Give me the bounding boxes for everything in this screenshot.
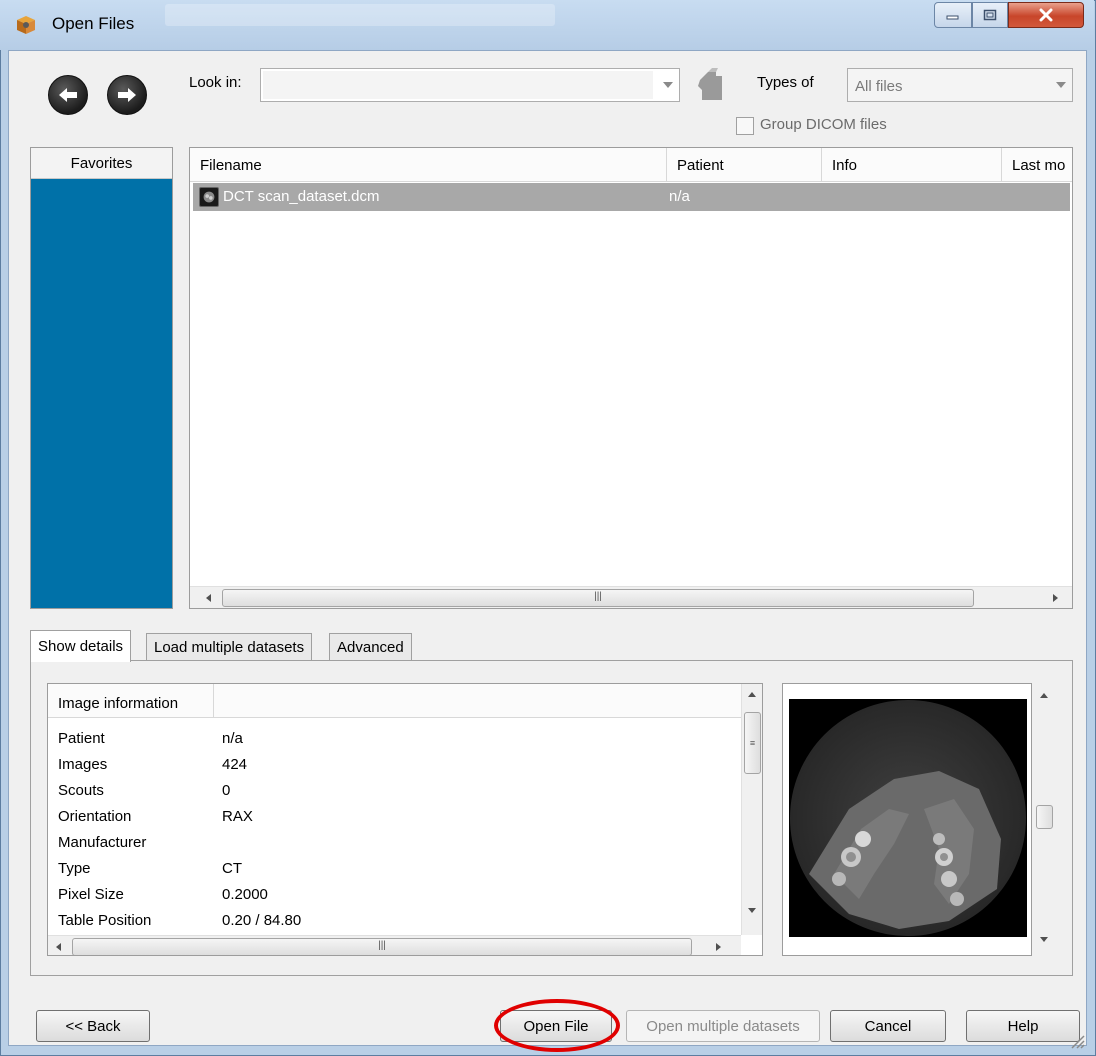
file-row[interactable]: DCT scan_dataset.dcm n/a (193, 183, 1070, 211)
forward-nav-button[interactable] (107, 75, 147, 115)
detail-key: Pixel Size (58, 886, 124, 903)
table-row: Orientation RAX (48, 804, 741, 829)
window-title: Open Files (52, 14, 135, 33)
column-header-last-modified[interactable]: Last mo (1002, 148, 1072, 182)
file-types-dropdown[interactable]: All files (847, 68, 1073, 102)
column-header-filename[interactable]: Filename (190, 148, 667, 182)
tab-show-details[interactable]: Show details (30, 630, 132, 662)
detail-key: Manufacturer (58, 834, 147, 851)
column-header-patient[interactable]: Patient (667, 148, 822, 182)
detail-key: Table Position (58, 912, 152, 929)
ct-scan-preview-image (789, 699, 1027, 937)
arrow-right-icon (118, 88, 136, 102)
maximize-icon (983, 9, 997, 21)
close-icon (1039, 8, 1053, 22)
scroll-right-icon[interactable] (1053, 594, 1058, 602)
detail-value: 0 (222, 782, 231, 799)
close-button[interactable] (1008, 2, 1084, 28)
file-patient-cell: n/a (669, 188, 690, 205)
table-row: Pixel Size 0.2000 (48, 882, 741, 907)
detail-key: Scouts (58, 782, 104, 799)
scroll-down-icon[interactable] (748, 908, 756, 913)
title-bar[interactable]: Open Files (0, 0, 1094, 50)
app-logo-icon (17, 16, 35, 34)
detail-key: Type (58, 860, 91, 877)
group-dicom-label: Group DICOM files (760, 116, 887, 133)
up-folder-icon[interactable] (694, 66, 726, 102)
file-name-cell: DCT scan_dataset.dcm (223, 188, 380, 205)
table-row: Table Position 0.20 / 84.80 (48, 908, 741, 933)
ct-scan-slice-graphic (790, 700, 1026, 936)
look-in-label: Look in: (189, 74, 242, 91)
scroll-up-icon[interactable] (748, 692, 756, 697)
scroll-left-icon[interactable] (56, 943, 61, 951)
scroll-down-icon[interactable] (1040, 937, 1048, 942)
dicom-file-icon (199, 187, 219, 207)
open-multiple-datasets-button[interactable]: Open multiple datasets (626, 1010, 820, 1042)
minimize-button[interactable] (934, 2, 972, 28)
file-types-value: All files (855, 78, 903, 95)
scroll-right-icon[interactable] (716, 943, 721, 951)
chevron-down-icon (663, 82, 673, 88)
favorites-panel[interactable]: Favorites (30, 147, 173, 609)
tab-advanced[interactable]: Advanced (329, 633, 412, 661)
scroll-up-icon[interactable] (1040, 693, 1048, 698)
back-nav-button[interactable] (48, 75, 88, 115)
detail-value: CT (222, 860, 242, 877)
table-row: Type CT (48, 856, 741, 881)
favorites-header: Favorites (31, 148, 172, 179)
scroll-thumb[interactable]: ||| (72, 938, 692, 955)
details-vertical-scrollbar[interactable]: ≡ (741, 684, 762, 935)
detail-key: Orientation (58, 808, 132, 825)
detail-value: 424 (222, 756, 248, 773)
detail-value: 0.20 / 84.80 (222, 912, 302, 929)
group-dicom-checkbox[interactable] (736, 117, 754, 135)
image-preview (782, 683, 1032, 956)
title-bar-glass (165, 4, 555, 26)
table-row: Scouts 0 (48, 778, 741, 803)
open-file-button[interactable]: Open File (500, 1010, 612, 1042)
scroll-thumb[interactable]: ≡ (744, 712, 761, 774)
detail-value: RAX (222, 808, 253, 825)
look-in-dropdown[interactable] (260, 68, 680, 102)
resize-grip-icon[interactable] (1066, 1030, 1086, 1050)
preview-vertical-scrollbar[interactable] (1034, 683, 1056, 956)
table-row: Manufacturer (48, 830, 741, 855)
help-button[interactable]: Help (966, 1010, 1080, 1042)
cancel-button[interactable]: Cancel (830, 1010, 946, 1042)
detail-key: Patient (58, 730, 105, 747)
look-in-value (263, 71, 653, 99)
details-header-cell: Image information (48, 684, 214, 718)
detail-key: Images (58, 756, 108, 773)
image-information-table[interactable]: Image information Patient n/a Images 424… (47, 683, 763, 956)
column-header-info[interactable]: Info (822, 148, 1002, 182)
file-list-horizontal-scrollbar[interactable]: ||| (190, 586, 1072, 608)
detail-value: 0.2000 (222, 886, 268, 903)
tab-load-multiple-datasets[interactable]: Load multiple datasets (146, 633, 313, 661)
detail-value: n/a (222, 730, 243, 747)
table-row: Patient n/a (48, 726, 741, 751)
scroll-thumb[interactable] (1036, 805, 1053, 829)
file-list[interactable]: Filename Patient Info Last mo DCT scan_d… (189, 147, 1073, 609)
chevron-down-icon (1056, 82, 1066, 88)
minimize-icon (946, 15, 959, 20)
table-row: Images 424 (48, 752, 741, 777)
back-button[interactable]: << Back (36, 1010, 150, 1042)
scroll-thumb[interactable]: ||| (222, 589, 974, 607)
types-of-label: Types of (757, 74, 814, 91)
scroll-left-icon[interactable] (206, 594, 211, 602)
maximize-button[interactable] (972, 2, 1008, 28)
arrow-left-icon (59, 88, 77, 102)
details-header-row: Image information (48, 684, 741, 718)
details-horizontal-scrollbar[interactable]: ||| (48, 935, 741, 955)
